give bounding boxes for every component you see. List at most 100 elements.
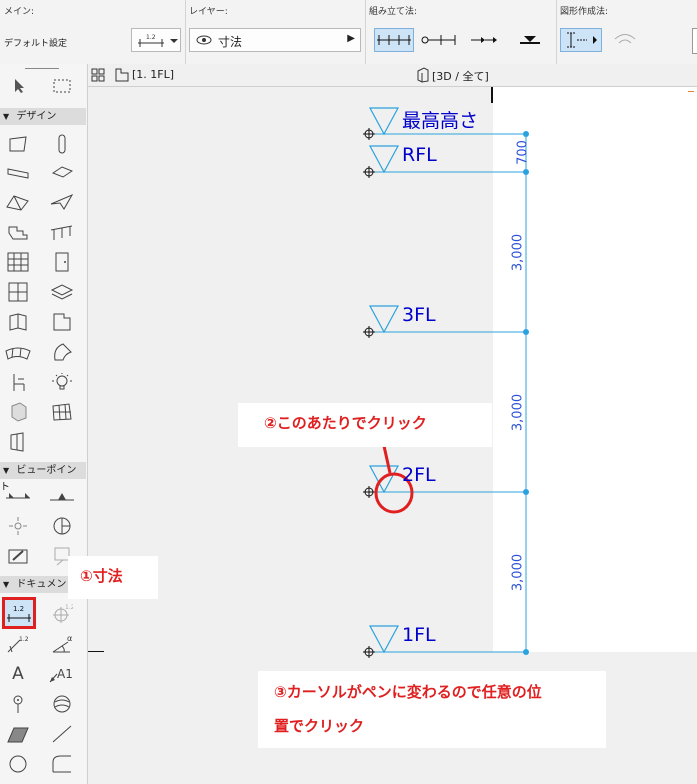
label-tool[interactable]: A1 (48, 662, 76, 686)
wall-end-tool[interactable] (48, 310, 76, 334)
viewpoint-section-header[interactable]: ▼ ビューポイント (0, 462, 86, 493)
elevation-dimension-button[interactable] (515, 30, 545, 53)
roof-tool[interactable] (4, 190, 32, 214)
info-box-toolbar: メイン: デフォルト設定 1.2 レイヤー: 寸法 ▶ 組み立て法: 図形作成法… (0, 0, 697, 65)
beam-icon (7, 168, 29, 179)
arc-option-button[interactable] (612, 30, 638, 53)
door-icon (55, 252, 69, 272)
level-dimension-tool[interactable]: 1.2 (48, 602, 76, 626)
radial-dimension-tool[interactable]: 1.2 (4, 632, 32, 656)
dimension-tool-value: 1.2 (13, 605, 24, 613)
chair-icon (13, 374, 25, 391)
arc-icon (614, 34, 636, 44)
callout-step2-text: ②このあたりでクリック (264, 414, 427, 432)
construction-label: 組み立て法: (369, 7, 418, 17)
level-dimension-icon: 1.2 (53, 604, 73, 623)
callout-step3-line2: 置でクリック (274, 717, 365, 735)
layer-dropdown[interactable]: 寸法 ▶ (189, 28, 361, 52)
linear-dimension-button[interactable] (374, 28, 414, 52)
railing-icon (50, 225, 73, 240)
slab-tool[interactable] (48, 160, 76, 184)
design-section-label: デザイン (16, 111, 57, 122)
arrow-tool[interactable] (5, 74, 33, 98)
lamp-icon (52, 373, 72, 390)
floor-plan-icon (115, 68, 129, 82)
arrow-pointer-icon (15, 79, 24, 93)
layer-label: レイヤー: (189, 7, 228, 17)
marquee-tool[interactable] (48, 74, 76, 98)
reference-dimension-button[interactable] (421, 30, 459, 53)
circle-tool[interactable] (4, 752, 32, 776)
dropdown-arrow-icon: ▶ (347, 33, 355, 44)
worksheet-tool[interactable] (48, 514, 76, 538)
column-icon (58, 134, 66, 154)
dimension-tool[interactable]: 1.2 (2, 597, 36, 629)
corner-window-icon (9, 313, 27, 331)
geometry-method-button[interactable] (560, 28, 602, 52)
section-tool[interactable] (4, 484, 32, 508)
dimension-text-700: 700 (515, 140, 531, 165)
stair-tool[interactable] (4, 220, 32, 244)
opening-icon (10, 432, 24, 452)
wall-end-icon (53, 313, 71, 331)
interior-elevation-tool[interactable] (4, 514, 32, 538)
interior-elevation-icon (9, 517, 27, 535)
line-tool[interactable] (48, 722, 76, 746)
dimension-text-3000-lower: 3,000 (510, 553, 526, 592)
morph-tool[interactable] (48, 340, 76, 364)
tab-floor-plan[interactable]: [1. 1FL] (132, 68, 174, 81)
roof-icon (6, 195, 29, 211)
design-section-header[interactable]: ▼ デザイン (0, 108, 86, 125)
column-tool[interactable] (48, 132, 76, 156)
grid-view-icon[interactable] (91, 68, 105, 82)
text-tool[interactable]: A (4, 662, 32, 686)
wall-tool[interactable] (4, 132, 32, 156)
dimension-tool-icon: 1.2 (7, 605, 31, 622)
figure-tool[interactable] (48, 692, 76, 716)
marquee-icon (53, 79, 71, 93)
callout-step2: ②このあたりでクリック (238, 403, 492, 447)
main-section: メイン: デフォルト設定 1.2 (0, 0, 186, 64)
reference-dimension-icon (421, 35, 456, 45)
angle-dimension-tool[interactable]: α (48, 632, 76, 656)
arrow-dimension-button[interactable] (469, 30, 499, 53)
lamp-tool[interactable] (48, 370, 76, 394)
detail-tool[interactable] (4, 544, 32, 568)
beam-tool[interactable] (4, 160, 32, 184)
tab-3d-view[interactable]: [3D / 全て] (432, 68, 489, 84)
curtain-wall-tool[interactable] (4, 250, 32, 274)
line-icon (52, 725, 72, 743)
curtain-grid-tool[interactable] (48, 400, 76, 424)
linear-dimension-icon (377, 35, 411, 45)
collapse-triangle-icon: ▼ (3, 466, 10, 475)
polyline-tool[interactable] (48, 752, 76, 776)
slab-icon (51, 166, 73, 178)
skylight-icon (50, 284, 74, 300)
construction-section: 組み立て法: (365, 0, 557, 64)
object-tool[interactable] (4, 370, 32, 394)
hatch-icon (7, 727, 29, 743)
corner-window-tool[interactable] (4, 310, 32, 334)
skylight-tool[interactable] (48, 280, 76, 304)
railing-tool[interactable] (48, 220, 76, 244)
toolbar-overflow-button[interactable] (692, 28, 697, 54)
window-icon (8, 282, 28, 302)
elevation-marker-icon (50, 493, 74, 501)
door-tool[interactable] (48, 250, 76, 274)
palette-grip[interactable] (25, 68, 59, 69)
fill-tool[interactable] (4, 692, 32, 716)
shell-tool[interactable] (48, 190, 76, 214)
label-icon: A1 (49, 667, 73, 683)
dimension-settings-button[interactable]: 1.2 (131, 28, 181, 52)
window-tool[interactable] (4, 280, 32, 304)
mesh-tool[interactable] (4, 340, 32, 364)
zone-tool[interactable] (4, 400, 32, 424)
hatch-tool[interactable] (4, 722, 32, 746)
mesh-icon (5, 347, 31, 360)
elevation-tool[interactable] (48, 484, 76, 508)
callout-step3: ③カーソルがペンに変わるので任意の位 置でクリック (258, 671, 606, 748)
stair-icon (8, 226, 28, 240)
opening-tool[interactable] (4, 430, 32, 454)
dimension-text-3000-upper: 3,000 (510, 233, 526, 272)
vertical-dimension-icon (567, 32, 597, 48)
